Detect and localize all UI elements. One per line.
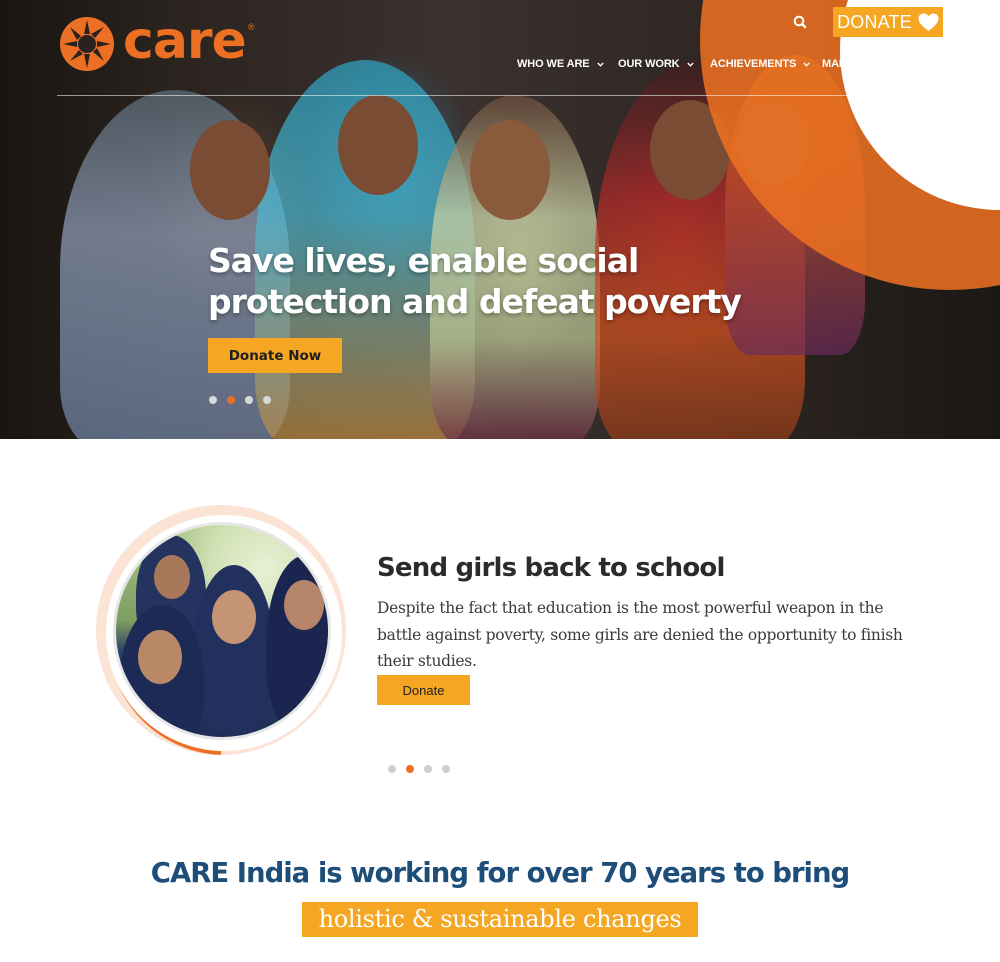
carousel-dot-active[interactable] <box>406 765 414 773</box>
carousel-dot[interactable] <box>424 765 432 773</box>
chevron-down-icon <box>686 62 694 67</box>
carousel-dot[interactable] <box>263 396 271 404</box>
girl-face <box>154 555 190 599</box>
girl-face <box>284 580 324 630</box>
nav-item-make-a-difference[interactable]: MAKE A DIFFERENCE <box>822 58 950 70</box>
hero-banner: care ® DONATE WHO WE ARE OUR WORK ACHIEV… <box>0 0 1000 439</box>
carousel-dot[interactable] <box>245 396 253 404</box>
carousel-dot-active[interactable] <box>227 396 235 404</box>
girls-photo <box>113 522 331 740</box>
hero-face <box>190 120 270 220</box>
hero-title: Save lives, enable social protection and… <box>208 241 742 321</box>
slide-donate-button[interactable]: Donate <box>377 675 470 705</box>
carousel-dot[interactable] <box>209 396 217 404</box>
heart-icon <box>918 13 939 31</box>
chevron-down-icon <box>943 62 950 67</box>
tagline-highlight: holistic & sustainable changes <box>302 902 698 937</box>
search-icon <box>793 15 807 29</box>
donate-now-button[interactable]: Donate Now <box>208 338 342 373</box>
slide-image-circle <box>96 505 346 755</box>
donate-button-label: DONATE <box>837 11 912 32</box>
chevron-down-icon <box>596 62 604 67</box>
registered-mark: ® <box>247 22 255 32</box>
nav-item-label: ACHIEVEMENTS <box>710 58 797 70</box>
main-nav: WHO WE ARE OUR WORK ACHIEVEMENTS MAKE A … <box>0 58 1000 74</box>
hero-face <box>470 120 550 220</box>
nav-item-label: MAKE A DIFFERENCE <box>822 58 937 70</box>
slide-description: Despite the fact that education is the m… <box>377 599 903 670</box>
girl-face <box>138 630 182 684</box>
nav-item-label: WHO WE ARE <box>517 58 590 70</box>
nav-item-label: OUR WORK <box>618 58 680 70</box>
nav-item-who-we-are[interactable]: WHO WE ARE <box>517 58 604 70</box>
carousel-dot[interactable] <box>388 765 396 773</box>
nav-item-achievements[interactable]: ACHIEVEMENTS <box>710 58 810 70</box>
hero-face <box>338 95 418 195</box>
tagline-heading: CARE India is working for over 70 years … <box>150 857 850 889</box>
hero-carousel-dots <box>209 396 271 404</box>
search-button[interactable] <box>790 12 812 34</box>
carousel-dot[interactable] <box>442 765 450 773</box>
header-divider <box>57 95 942 96</box>
slide-title: Send girls back to school <box>377 553 725 583</box>
nav-item-our-work[interactable]: OUR WORK <box>618 58 694 70</box>
chevron-down-icon <box>803 62 810 67</box>
slide-carousel-dots <box>388 765 450 773</box>
donate-button[interactable]: DONATE <box>833 7 943 37</box>
girl-face <box>212 590 256 644</box>
